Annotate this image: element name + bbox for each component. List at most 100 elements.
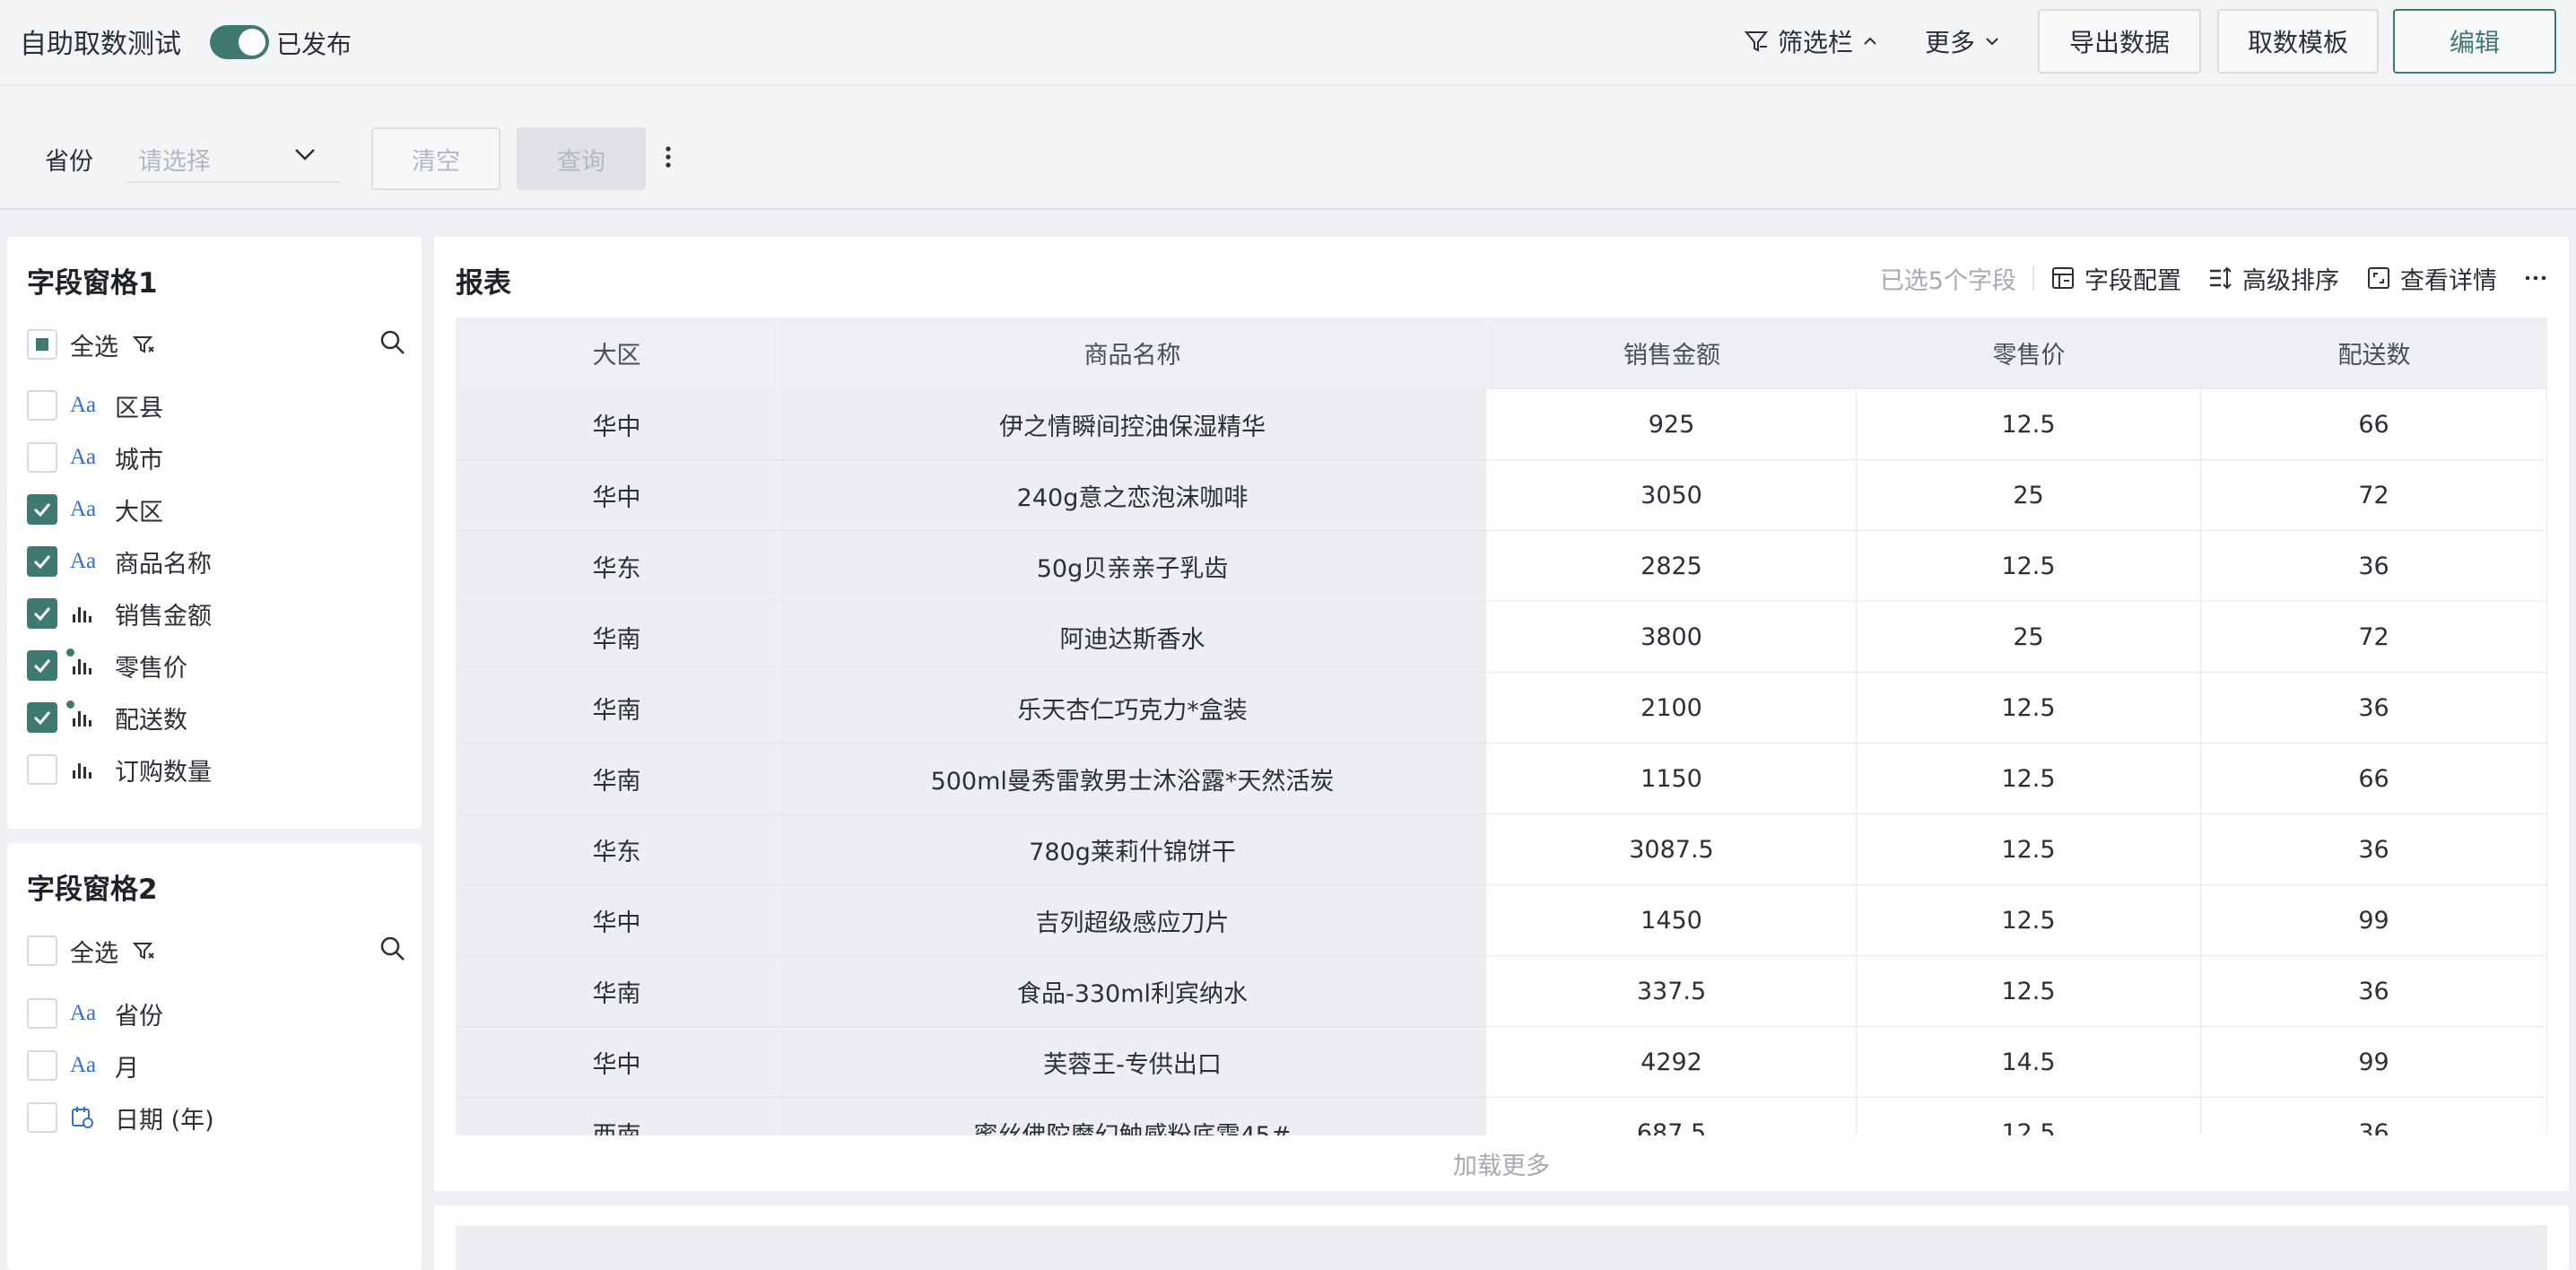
field-checkbox[interactable] — [27, 1050, 57, 1081]
table-cell: 华南 — [456, 744, 778, 814]
table-cell: 36 — [2201, 673, 2547, 744]
select-all[interactable]: 全选 — [27, 326, 156, 362]
table-cell: 72 — [2201, 602, 2547, 673]
field-item[interactable]: 配送数 — [27, 700, 187, 735]
field-item[interactable]: Aa 月 — [27, 1048, 139, 1083]
table-cell: 3800 — [1487, 602, 1857, 673]
table-cell: 925 — [1487, 389, 1857, 460]
field-checkbox[interactable] — [27, 754, 57, 785]
filter-bar-toggle[interactable]: 筛选栏 — [1744, 23, 1878, 59]
clear-filter-icon[interactable] — [131, 938, 156, 963]
panel-title: 字段窗格1 — [27, 267, 158, 300]
field-panel-1: 字段窗格1 全选 Aa 区县 Aa 城市 Aa 大区 Aa 商品名称 销售金额 … — [7, 237, 422, 829]
table-cell: 12.5 — [1857, 389, 2201, 460]
column-header[interactable]: 商品名称 — [779, 318, 1486, 389]
column-sales-amount: 销售金额 925 3050 2825 3800 2100 1150 3087.5… — [1487, 318, 1857, 1135]
table-cell: 食品-330ml利宾纳水 — [779, 956, 1486, 1027]
advanced-sort-button[interactable]: 高级排序 — [2208, 261, 2339, 296]
clear-button[interactable]: 清空 — [371, 127, 500, 190]
report-title: 报表 — [456, 267, 511, 300]
field-checkbox-checked[interactable] — [27, 702, 57, 733]
field-checkbox[interactable] — [27, 442, 57, 473]
province-select[interactable]: 请选择 — [126, 129, 341, 183]
edit-button[interactable]: 编辑 — [2393, 9, 2556, 74]
check-icon — [33, 711, 51, 726]
field-label: 日期 (年) — [115, 1106, 214, 1135]
check-icon — [33, 607, 51, 622]
field-label: 大区 — [115, 498, 163, 526]
field-checkbox-checked[interactable] — [27, 598, 57, 629]
table-cell: 12.5 — [1857, 956, 2201, 1027]
table-cell: 780g莱莉什锦饼干 — [779, 814, 1486, 885]
report-card: 报表 已选5个字段 字段配置 高级排序 查看详情 大区 华中 华中 华东 华南 … — [434, 237, 2569, 1191]
export-data-button[interactable]: 导出数据 — [2038, 9, 2201, 74]
field-item[interactable]: Aa 城市 — [27, 439, 163, 475]
field-item[interactable]: 销售金额 — [27, 596, 212, 631]
select-all[interactable]: 全选 — [27, 933, 156, 969]
field-checkbox[interactable] — [27, 998, 57, 1029]
table-cell: 36 — [2201, 814, 2547, 885]
table-cell: 华南 — [456, 602, 778, 673]
table-cell: 华南 — [456, 673, 778, 744]
field-item[interactable]: 日期 (年) — [27, 1100, 214, 1135]
clear-filter-icon[interactable] — [131, 332, 156, 357]
calculated-measure-icon — [66, 648, 115, 677]
select-all-checkbox[interactable] — [27, 935, 57, 966]
publish-toggle[interactable] — [210, 25, 269, 59]
table-cell: 3087.5 — [1487, 814, 1857, 885]
select-all-checkbox[interactable] — [27, 329, 57, 360]
more-vertical-icon[interactable] — [662, 144, 674, 170]
filter-icon — [1744, 31, 1769, 52]
field-label: 月 — [115, 1054, 139, 1083]
search-icon[interactable] — [379, 328, 407, 357]
data-template-button[interactable]: 取数模板 — [2217, 9, 2379, 74]
table-cell: 12.5 — [1857, 744, 2201, 814]
column-header[interactable]: 大区 — [456, 318, 778, 389]
field-label: 区县 — [115, 394, 163, 422]
table-cell: 华南 — [456, 956, 778, 1027]
table-cell: 1150 — [1487, 744, 1857, 814]
field-item[interactable]: 零售价 — [27, 648, 187, 683]
field-item[interactable]: Aa 商品名称 — [27, 544, 212, 579]
table-cell: 蜜丝佛陀魔幻触感粉底霜45# — [779, 1098, 1486, 1135]
table-cell: 阿迪达斯香水 — [779, 602, 1486, 673]
table-cell: 华中 — [456, 389, 778, 460]
table-cell: 50g贝亲亲子乳齿 — [779, 531, 1486, 602]
expand-icon — [2368, 267, 2389, 289]
select-all-label: 全选 — [70, 939, 118, 968]
search-icon[interactable] — [379, 935, 407, 963]
view-details-button[interactable]: 查看详情 — [2366, 261, 2497, 296]
selected-field-count: 已选5个字段 — [1879, 266, 2016, 295]
field-checkbox[interactable] — [27, 390, 57, 421]
table-cell: 华东 — [456, 814, 778, 885]
column-region: 大区 华中 华中 华东 华南 华南 华南 华东 华中 华南 华中 西南 — [456, 318, 779, 1135]
field-checkbox-checked[interactable] — [27, 546, 57, 577]
load-more-link[interactable]: 加载更多 — [434, 1146, 2569, 1181]
field-item[interactable]: 订购数量 — [27, 752, 212, 787]
column-header[interactable]: 零售价 — [1857, 318, 2201, 389]
table-cell: 3050 — [1487, 460, 1857, 531]
more-horizontal-icon[interactable] — [2524, 274, 2547, 283]
panel-title: 字段窗格2 — [27, 874, 158, 906]
column-header[interactable]: 销售金额 — [1487, 318, 1857, 389]
table-cell: 12.5 — [1857, 814, 2201, 885]
field-checkbox-checked[interactable] — [27, 494, 57, 525]
field-config-button[interactable]: 字段配置 — [2050, 261, 2181, 296]
field-checkbox-checked[interactable] — [27, 650, 57, 681]
text-type-icon: Aa — [70, 393, 97, 417]
table-cell: 华东 — [456, 531, 778, 602]
more-dropdown[interactable]: 更多 — [1925, 23, 2000, 59]
field-item[interactable]: Aa 大区 — [27, 491, 163, 527]
table-cell: 66 — [2201, 389, 2547, 460]
report-toolbar: 已选5个字段 字段配置 高级排序 查看详情 — [1880, 260, 2547, 296]
query-button[interactable]: 查询 — [517, 127, 646, 190]
field-item[interactable]: Aa 区县 — [27, 387, 163, 423]
field-label: 零售价 — [115, 654, 187, 683]
field-item[interactable]: Aa 省份 — [27, 996, 163, 1031]
table-cell: 12.5 — [1857, 1098, 2201, 1135]
column-header[interactable]: 配送数 — [2201, 318, 2547, 389]
table-cell: 吉列超级感应刀片 — [779, 885, 1486, 956]
table-cell: 2825 — [1487, 531, 1857, 602]
column-product-name: 商品名称 伊之情瞬间控油保湿精华 240g意之恋泡沫咖啡 50g贝亲亲子乳齿 阿… — [779, 318, 1487, 1135]
field-checkbox[interactable] — [27, 1102, 57, 1133]
